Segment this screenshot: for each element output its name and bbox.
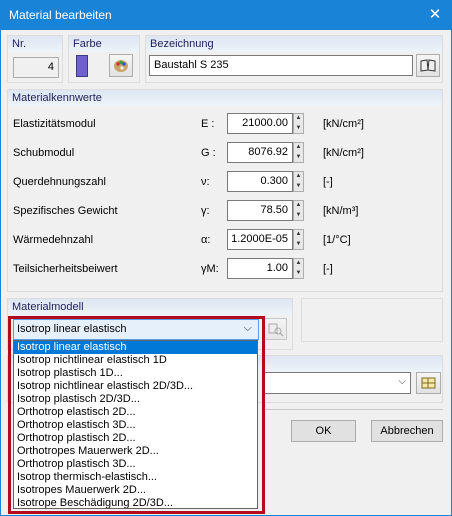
spin-down-icon[interactable]: ▼ [294, 269, 303, 278]
title-bar[interactable]: Material bearbeiten ✕ [1, 1, 451, 30]
preview-panel [301, 298, 443, 342]
spin-up-icon[interactable]: ▲ [294, 201, 303, 210]
property-label: Teilsicherheitsbeiwert [13, 263, 118, 275]
materialmodell-heading: Materialmodell [12, 301, 84, 313]
bezeichnung-input[interactable]: Baustahl S 235 [149, 55, 413, 76]
window-title: Material bearbeiten [9, 8, 112, 22]
property-label: Spezifisches Gewicht [13, 205, 118, 217]
nr-group: Nr. 4 [7, 35, 63, 83]
property-label: Schubmodul [13, 147, 75, 159]
property-value-input[interactable]: 21000.00 [227, 113, 293, 134]
property-label: Querdehnungszahl [13, 176, 106, 188]
spin-up-icon[interactable]: ▲ [294, 143, 303, 152]
library-button[interactable] [416, 54, 440, 77]
property-value-input[interactable]: 0.300 [227, 171, 293, 192]
close-icon[interactable]: ✕ [425, 5, 445, 25]
property-spinner[interactable]: ▲ ▼ [293, 113, 304, 134]
property-symbol: γM: [201, 263, 219, 275]
chevron-down-icon[interactable]: ⌵ [398, 376, 406, 387]
palette-icon [114, 60, 128, 72]
property-unit: [kN/cm²] [323, 118, 364, 130]
cancel-button[interactable]: Abbrechen [371, 420, 443, 442]
bezeichnung-group: Bezeichnung Baustahl S 235 [145, 35, 443, 83]
spin-down-icon[interactable]: ▼ [294, 153, 303, 162]
property-label: Wärmedehnzahl [13, 234, 94, 246]
property-symbol: G : [201, 147, 216, 159]
property-unit: [kN/cm²] [323, 147, 364, 159]
magnifier-icon [268, 323, 284, 337]
property-symbol: α: [201, 234, 211, 246]
property-unit: [kN/m³] [323, 205, 359, 217]
spin-down-icon[interactable]: ▼ [294, 240, 303, 249]
bezeichnung-label: Bezeichnung [150, 38, 214, 50]
property-value-input[interactable]: 78.50 [227, 200, 293, 221]
color-picker-button[interactable] [109, 54, 133, 77]
materialmodell-details-button[interactable] [263, 318, 287, 340]
property-value-input[interactable]: 8076.92 [227, 142, 293, 163]
property-spinner[interactable]: ▲ ▼ [293, 258, 304, 279]
spin-down-icon[interactable]: ▼ [294, 124, 303, 133]
property-symbol: E : [201, 118, 215, 130]
property-label: Elastizitätsmodul [13, 118, 96, 130]
spin-up-icon[interactable]: ▲ [294, 114, 303, 123]
property-symbol: γ: [201, 205, 210, 217]
spin-up-icon[interactable]: ▲ [294, 259, 303, 268]
farbe-group: Farbe [68, 35, 140, 83]
property-spinner[interactable]: ▲ ▼ [293, 229, 304, 250]
property-unit: [1/°C] [323, 234, 351, 246]
color-swatch[interactable] [76, 55, 88, 77]
table-icon [421, 377, 436, 389]
materialkennwerte-heading: Materialkennwerte [12, 92, 102, 104]
property-value-input[interactable]: 1.00 [227, 258, 293, 279]
highlight-frame [8, 316, 265, 514]
dialog-window: Material bearbeiten ✕ Nr. 4 Farbe Bezeic… [0, 0, 452, 516]
spin-up-icon[interactable]: ▲ [294, 172, 303, 181]
nr-field: 4 [13, 57, 59, 78]
nr-label: Nr. [12, 38, 27, 50]
property-value-input[interactable]: 1.2000E-05 [227, 229, 293, 250]
property-spinner[interactable]: ▲ ▼ [293, 142, 304, 163]
lower-combobox[interactable]: ⌵ [263, 372, 411, 394]
spin-down-icon[interactable]: ▼ [294, 211, 303, 220]
property-spinner[interactable]: ▲ ▼ [293, 171, 304, 192]
property-spinner[interactable]: ▲ ▼ [293, 200, 304, 221]
farbe-label: Farbe [73, 38, 102, 50]
lower-edit-button[interactable] [416, 372, 441, 394]
spin-up-icon[interactable]: ▲ [294, 230, 303, 239]
property-unit: [-] [323, 263, 333, 275]
book-icon [420, 59, 436, 72]
property-unit: [-] [323, 176, 333, 188]
ok-button[interactable]: OK [291, 420, 356, 442]
property-symbol: ν: [201, 176, 210, 188]
spin-down-icon[interactable]: ▼ [294, 182, 303, 191]
separator [263, 409, 443, 410]
